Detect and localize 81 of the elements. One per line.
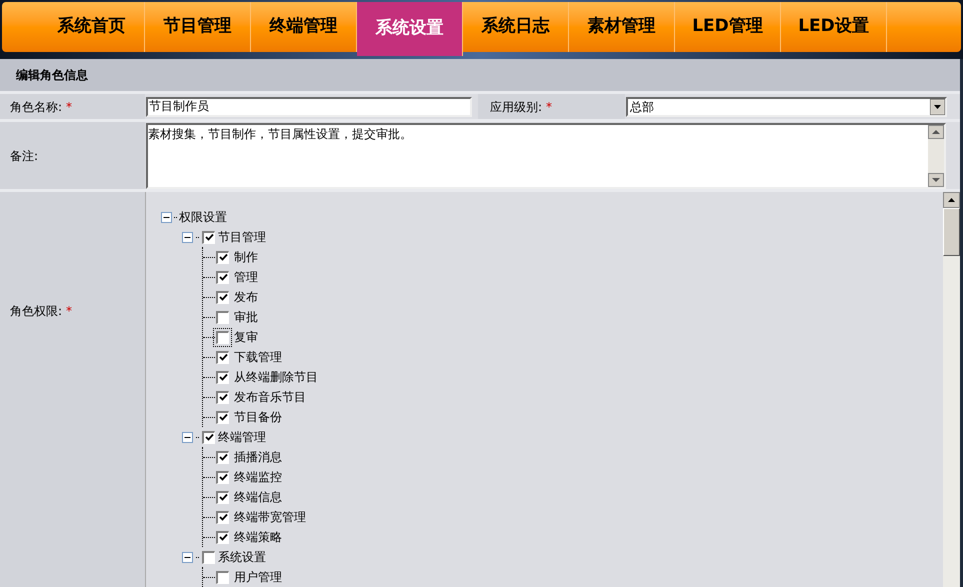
field-label: 备注: [10,148,38,164]
tree-item[interactable]: 插播消息 [234,448,282,466]
tree-item[interactable]: 终端策略 [234,528,282,546]
nav-tab[interactable]: LED管理 [675,2,781,52]
required-mark: * [66,98,72,116]
tree-item[interactable]: 权限设置 [179,208,227,226]
required-mark: * [66,304,72,318]
checkmark-icon [218,293,228,302]
nav-tab[interactable]: LED设置 [781,2,887,52]
checkbox[interactable] [216,530,229,544]
tree-item[interactable]: 终端带宽管理 [234,508,306,526]
checkmark-icon [218,353,228,362]
checkbox[interactable] [216,410,229,424]
checkmark-icon [204,433,214,442]
scroll-thumb[interactable] [943,208,960,256]
checkbox[interactable] [216,390,229,404]
collapse-icon[interactable] [182,232,193,242]
tree-item[interactable]: 节目备份 [234,408,282,426]
checkmark-icon [218,493,228,502]
tree-item[interactable]: 管理 [234,268,258,286]
checkbox[interactable] [202,430,215,444]
tree-item[interactable]: 终端信息 [234,488,282,506]
tree-item[interactable]: 下载管理 [234,348,282,366]
select-field[interactable]: 总部 [626,96,947,116]
checkmark-icon [218,393,228,402]
textarea-text: 素材搜集，节目制作，节目属性设置，提交审批。 [148,126,413,143]
tree-item[interactable]: 审批 [234,308,258,326]
nav-tab[interactable]: 系统日志 [463,2,569,52]
checkmark-icon [204,233,214,242]
collapse-icon[interactable] [161,212,172,222]
field-label: 应用级别: [490,98,542,116]
checkmark-icon [218,373,228,382]
collapse-icon[interactable] [182,432,193,442]
checkmark-icon [218,513,228,522]
checkmark-icon [218,413,228,422]
tree-item[interactable]: 从终端删除节目 [234,368,318,386]
tree-item[interactable]: 发布 [234,288,258,306]
checkmark-icon [218,533,228,542]
nav-tab[interactable]: 系统设置 [357,2,463,56]
scrollbar[interactable] [943,192,960,587]
checkbox[interactable] [216,490,229,504]
checkmark-icon [218,473,228,482]
tree-item[interactable]: 复审 [234,328,258,346]
input-field[interactable]: 节目制作员 [146,96,472,116]
checkbox[interactable] [202,550,215,564]
checkbox[interactable] [216,470,229,484]
tree-item[interactable]: 用户管理 [234,568,282,586]
tree-item[interactable]: 终端监控 [234,468,282,486]
checkbox[interactable] [216,290,229,304]
tree-item[interactable]: 节目管理 [218,228,266,246]
checkbox[interactable] [216,350,229,364]
checkbox[interactable] [216,510,229,524]
nav-tab[interactable]: 系统首页 [39,2,145,52]
checkbox[interactable] [216,270,229,284]
scroll-up-icon[interactable] [943,192,960,208]
checkbox[interactable] [216,370,229,384]
checkbox[interactable] [216,450,229,464]
field-label: 角色权限: [10,304,62,318]
checkbox[interactable] [202,230,215,244]
tree-item[interactable]: 制作 [234,248,258,266]
checkbox[interactable] [216,570,229,584]
required-mark: * [546,98,552,116]
scroll-down-icon[interactable] [928,173,944,187]
section-header: 编辑角色信息 [0,59,960,91]
tree-item[interactable]: 系统设置 [218,548,266,566]
field-label: 角色名称: [10,98,62,116]
select-value: 总部 [629,98,654,116]
checkbox[interactable] [216,310,229,324]
tree-item[interactable]: 发布音乐节目 [234,388,306,406]
nav-tab[interactable]: 节目管理 [145,2,251,52]
dropdown-arrow-icon[interactable] [930,98,945,114]
textarea-field[interactable]: 素材搜集，节目制作，节目属性设置，提交审批。 [146,123,946,189]
tree-item[interactable]: 终端管理 [218,428,266,446]
scrollbar[interactable] [928,125,944,187]
checkmark-icon [218,273,228,282]
checkmark-icon [218,253,228,262]
checkmark-icon [218,453,228,462]
checkbox[interactable] [216,330,229,344]
checkbox[interactable] [216,250,229,264]
nav-tab[interactable]: 素材管理 [569,2,675,52]
collapse-icon[interactable] [182,552,193,562]
